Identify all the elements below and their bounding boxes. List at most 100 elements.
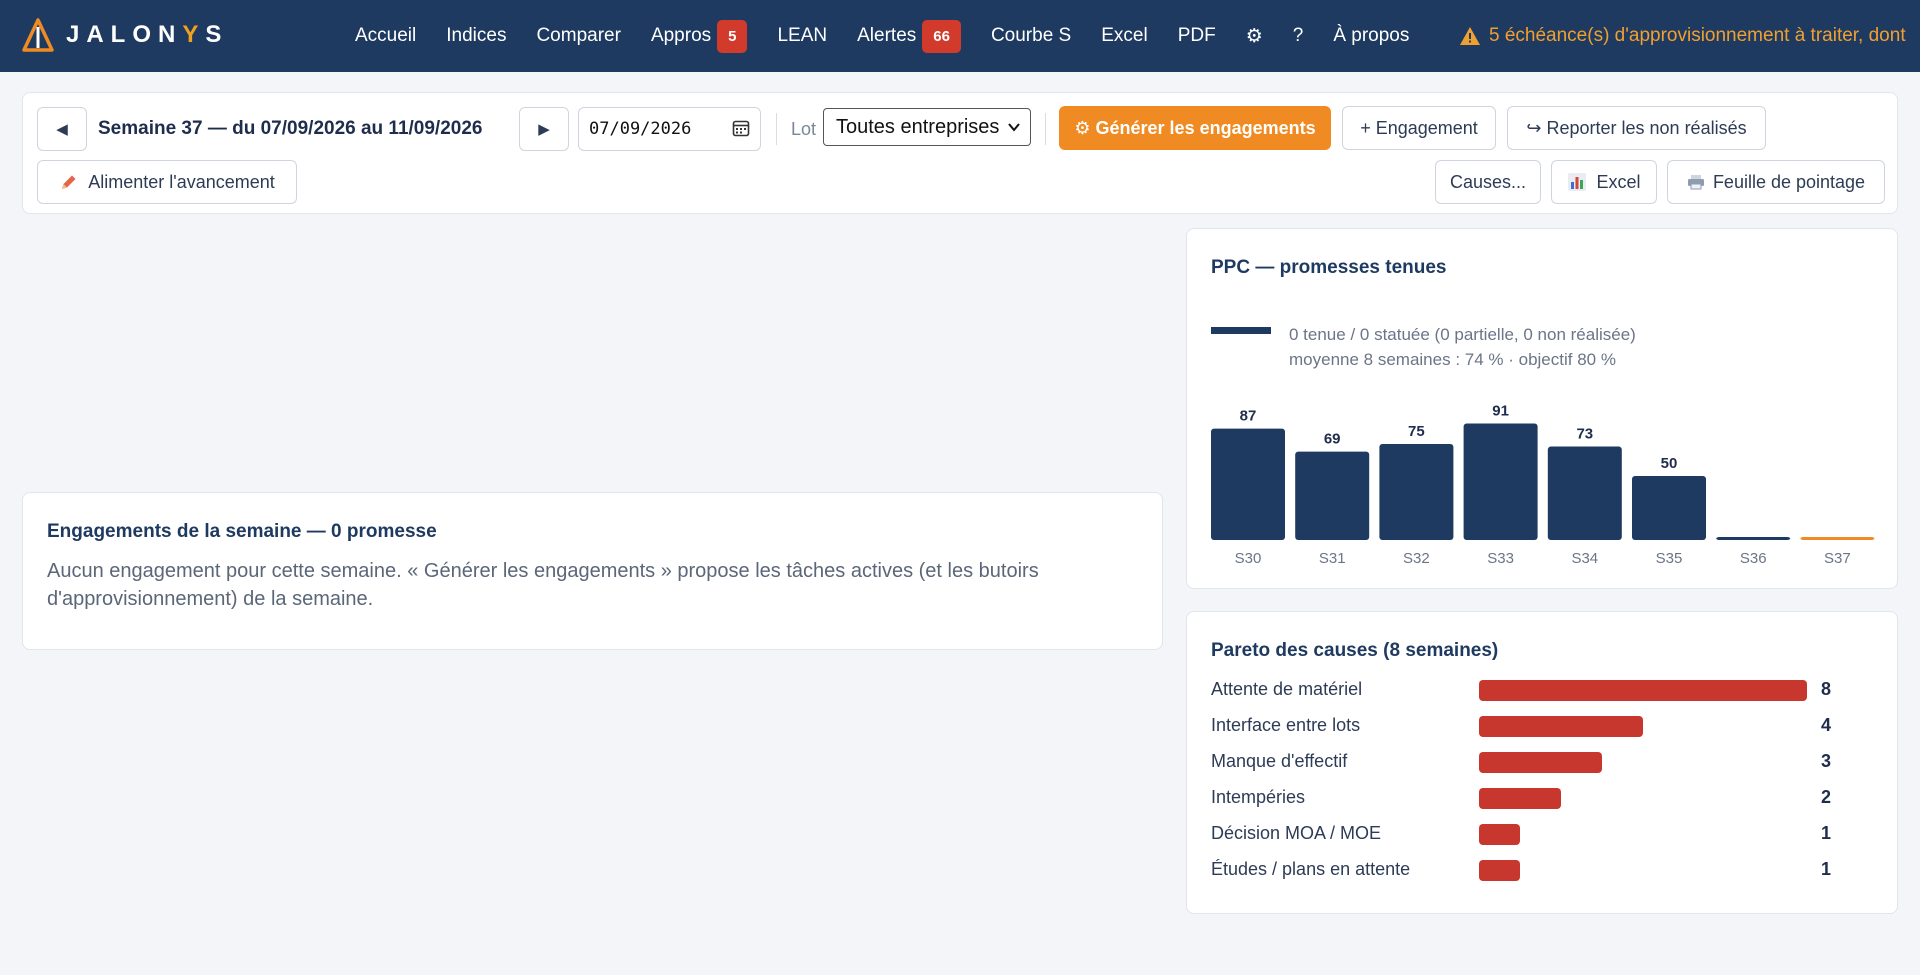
next-week-button[interactable]: ▶ <box>519 107 569 151</box>
pencil-icon <box>62 175 76 189</box>
ppc-week-label: S30 <box>1235 550 1262 567</box>
engagements-card: Engagements de la semaine — 0 promesse A… <box>22 492 1163 650</box>
lot-label: Lot <box>791 119 817 139</box>
report-unfinished-button[interactable]: ↪ Reporter les non réalisés <box>1507 106 1766 150</box>
nav-item-lean[interactable]: LEAN <box>777 25 827 47</box>
feed-progress-label: Alimenter l'avancement <box>88 171 275 192</box>
nav-item-a-propos[interactable]: À propos <box>1333 25 1409 47</box>
ppc-bar-s36 <box>1716 537 1791 540</box>
pareto-bar <box>1479 860 1520 881</box>
pareto-count: 4 <box>1821 715 1832 735</box>
prev-week-button[interactable]: ◀ <box>37 107 87 151</box>
week-toolbar: ◀ Semaine 37 — du 07/09/2026 au 11/09/20… <box>22 92 1898 214</box>
nav-item-appros[interactable]: Appros 5 <box>650 19 748 53</box>
pareto-count: 8 <box>1821 679 1832 699</box>
feed-progress-button[interactable]: Alimenter l'avancement <box>37 160 297 204</box>
pareto-row: Études / plans en attente 1 <box>1211 855 1851 883</box>
generate-engagements-button[interactable]: ⚙ Générer les engagements <box>1059 106 1331 150</box>
pareto-row: Interface entre lots 4 <box>1211 711 1851 739</box>
nav-item-label: Comparer <box>536 25 621 46</box>
nav-item-label: Excel <box>1101 25 1148 46</box>
date-value: 07/09/2026 <box>589 119 692 139</box>
pareto-count: 2 <box>1821 787 1832 807</box>
divider <box>776 113 777 145</box>
nav-item-comparer[interactable]: Comparer <box>536 25 620 47</box>
bar-chart-icon <box>1568 173 1587 191</box>
count-badge: 66 <box>922 19 961 53</box>
pareto-cause-label: Études / plans en attente <box>1211 859 1411 879</box>
supply-alert[interactable]: 5 échéance(s) d'approvisionnement à trai… <box>1459 0 1906 72</box>
pareto-cause-label: Interface entre lots <box>1211 715 1361 735</box>
pareto-cause-label: Attente de matériel <box>1211 679 1363 699</box>
pareto-row: Attente de matériel 8 <box>1211 675 1851 703</box>
ppc-bar-chart: 87 S30 69 S31 75 S32 91 S33 73 S34 50 S35 S36 S37 <box>1211 403 1875 567</box>
gear-icon: ⚙ <box>1245 25 1263 47</box>
pareto-card: Pareto des causes (8 semaines) Attente d… <box>1186 611 1898 914</box>
chevron-down-icon <box>1008 123 1020 132</box>
ppc-value-label: 50 <box>1661 455 1678 472</box>
arrow-right-icon: ▶ <box>538 121 550 138</box>
main-nav: Accueil Indices Comparer Appros 5 LEAN Alertes… <box>355 0 1439 72</box>
brand-name: JALONYS <box>66 21 229 48</box>
ppc-bar-s30 <box>1211 428 1285 540</box>
nav-item-alertes[interactable]: Alertes 66 <box>857 19 961 53</box>
nav-item-label: Indices <box>446 25 507 46</box>
excel-export-button[interactable]: Excel <box>1551 160 1657 204</box>
ppc-week-label: S37 <box>1824 550 1851 567</box>
ppc-card: PPC — promesses tenues 0 tenue / 0 statu… <box>1186 228 1898 589</box>
brand-logo[interactable]: JALONYS <box>22 18 228 52</box>
ppc-value-label: 69 <box>1324 431 1341 448</box>
ppc-value-label: 91 <box>1492 403 1509 420</box>
nav-item-label: PDF <box>1177 25 1216 46</box>
timesheet-label: Feuille de pointage <box>1712 171 1866 192</box>
ppc-week-label: S34 <box>1571 550 1598 567</box>
pareto-bar <box>1479 788 1561 809</box>
supply-alert-text: 5 échéance(s) d'approvisionnement à trai… <box>1489 25 1906 46</box>
nav-item-settings[interactable]: ⚙ <box>1246 25 1263 48</box>
ppc-bar-s37 <box>1800 537 1875 540</box>
pareto-count: 1 <box>1821 823 1832 843</box>
lot-selected-value: Toutes entreprises <box>836 115 1000 138</box>
pareto-count: 3 <box>1821 751 1832 771</box>
nav-item-pdf[interactable]: PDF <box>1178 25 1216 47</box>
printer-icon <box>1687 175 1704 190</box>
nav-item-accueil[interactable]: Accueil <box>355 25 416 47</box>
pareto-row: Décision MOA / MOE 1 <box>1211 819 1851 847</box>
timesheet-button[interactable]: Feuille de pointage <box>1667 160 1885 204</box>
warning-icon <box>1460 27 1480 45</box>
calendar-icon[interactable] <box>732 119 750 137</box>
nav-item-courbe-s[interactable]: Courbe S <box>991 25 1071 47</box>
ppc-week-label: S35 <box>1656 550 1683 567</box>
ppc-value-label: 87 <box>1240 408 1257 425</box>
nav-item-label: Courbe S <box>990 25 1072 46</box>
pareto-row: Manque d'effectif 3 <box>1211 747 1851 775</box>
causes-button[interactable]: Causes... <box>1435 160 1541 204</box>
ppc-bar-s33 <box>1463 423 1538 540</box>
nav-item-label: ? <box>1292 25 1304 46</box>
ppc-value-label: 73 <box>1576 426 1593 443</box>
ppc-bar-s34 <box>1547 446 1622 540</box>
pareto-cause-label: Manque d'effectif <box>1211 751 1348 771</box>
nav-item-help[interactable]: ? <box>1293 25 1304 47</box>
nav-item-label: Alertes <box>857 25 917 46</box>
ppc-bar-s31 <box>1295 451 1370 540</box>
count-badge: 5 <box>717 19 748 53</box>
pareto-title: Pareto des causes (8 semaines) <box>1211 640 1499 661</box>
top-navbar: JALONYS Accueil Indices Comparer Appros 5 LEA… <box>0 0 1920 72</box>
nav-item-indices[interactable]: Indices <box>446 25 506 47</box>
pareto-cause-label: Intempéries <box>1211 787 1306 807</box>
divider <box>1045 113 1046 145</box>
lot-select[interactable]: Toutes entreprises <box>823 108 1031 146</box>
week-date-input[interactable]: 07/09/2026 <box>578 107 761 151</box>
add-engagement-button[interactable]: + Engagement <box>1342 106 1496 150</box>
engagements-title: Engagements de la semaine — 0 promesse <box>47 521 437 542</box>
nav-item-label: À propos <box>1333 25 1410 46</box>
logo-icon <box>22 18 54 52</box>
arrow-left-icon: ◀ <box>56 121 68 138</box>
excel-export-label: Excel <box>1596 171 1641 192</box>
nav-item-excel[interactable]: Excel <box>1101 25 1147 47</box>
nav-item-label: Appros <box>650 25 712 46</box>
pareto-cause-label: Décision MOA / MOE <box>1211 823 1382 843</box>
pareto-row: Intempéries 2 <box>1211 783 1851 811</box>
nav-item-label: Accueil <box>355 25 417 46</box>
